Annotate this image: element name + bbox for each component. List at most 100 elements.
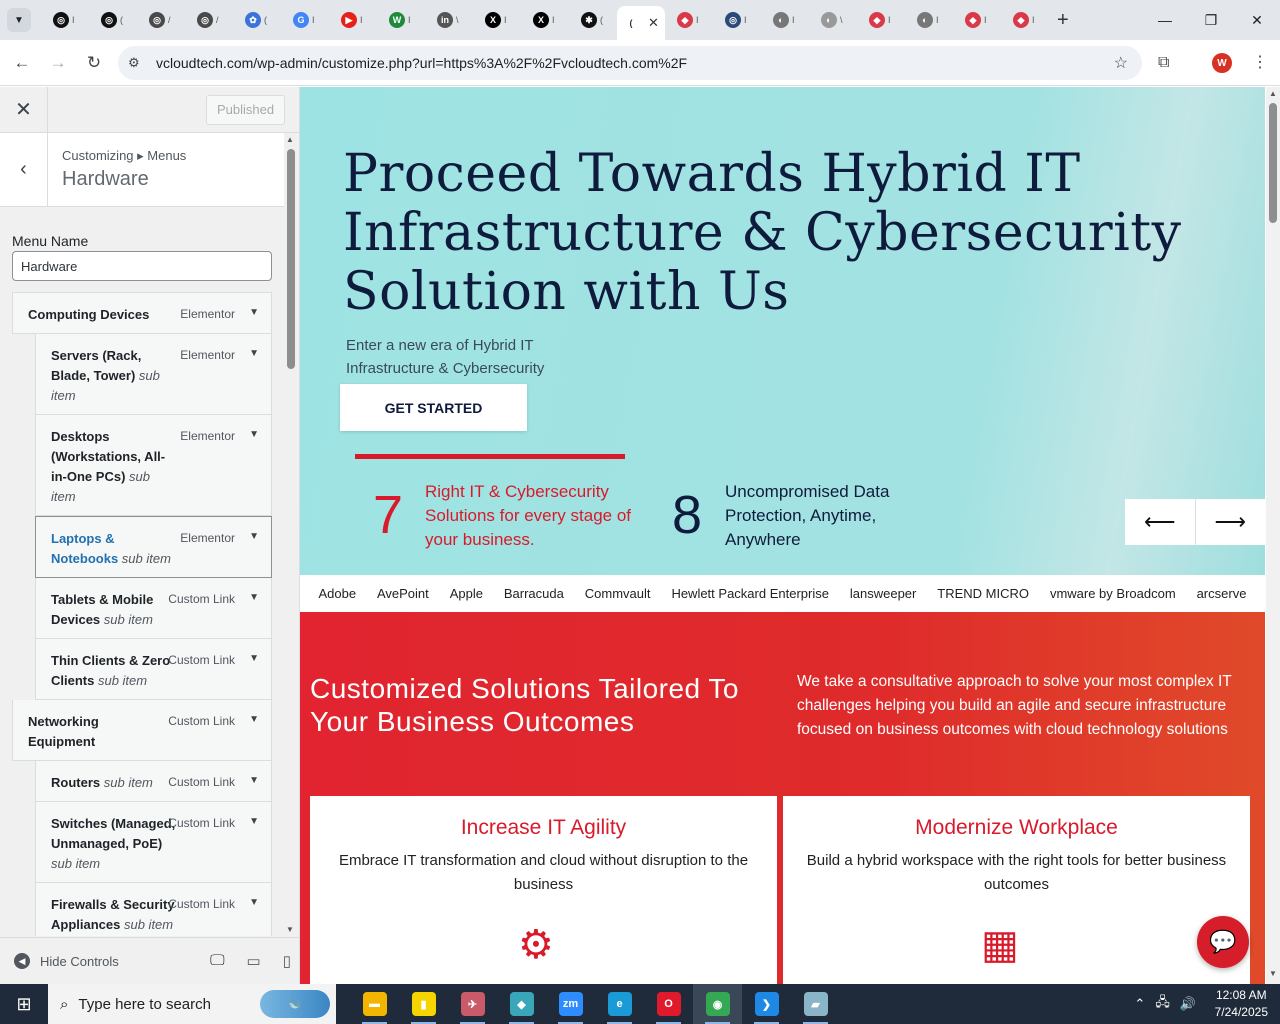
browser-tab-strip: ▼ ◎ I ◎(◎ / ◎ / ✿(G I ▶ I W Iin \ X I X I ✱((✕ ◆ I ◎ I ◐ I ◐ \ ◆ I ◐…	[0, 0, 1280, 40]
caret-down-icon[interactable]: ▼	[249, 653, 259, 664]
mobile-preview-icon[interactable]: ▯	[283, 952, 291, 970]
hide-controls-icon[interactable]: ◀	[14, 953, 30, 969]
menu-item[interactable]: Switches (Managed, Unmanaged, PoE) sub i…	[35, 802, 272, 883]
url-text[interactable]: vcloudtech.com/wp-admin/customize.php?ur…	[156, 55, 687, 71]
menu-item[interactable]: Firewalls & Security Appliances sub item…	[35, 883, 272, 936]
browser-tab[interactable]: ◐ I	[905, 4, 953, 36]
browser-tab[interactable]: ◆ I	[857, 4, 905, 36]
scroll-down-icon[interactable]: ▼	[286, 925, 294, 934]
taskbar-app[interactable]: ▮	[399, 984, 448, 1024]
panel-scrollbar-thumb[interactable]	[287, 149, 295, 369]
tab-search-button[interactable]: ▼	[7, 8, 31, 32]
web-icon: ◆	[677, 12, 693, 28]
browser-tab[interactable]: ◎ /	[137, 4, 185, 36]
scroll-down-icon[interactable]: ▼	[1269, 969, 1277, 978]
browser-tab[interactable]: ◎(	[89, 4, 137, 36]
browser-tab[interactable]: ✿(	[233, 4, 281, 36]
menu-item[interactable]: Computing Devices Elementor ▼	[12, 292, 272, 334]
taskbar-app[interactable]: zm	[546, 984, 595, 1024]
reload-button[interactable]: ↻	[76, 53, 112, 73]
caret-down-icon[interactable]: ▼	[249, 775, 259, 786]
network-icon[interactable]: 🖧	[1155, 993, 1170, 1015]
browser-tab[interactable]: ◎ I	[41, 4, 89, 36]
taskbar-app[interactable]: ▬	[350, 984, 399, 1024]
browser-tab[interactable]: WI	[377, 4, 425, 36]
caret-down-icon[interactable]: ▼	[249, 897, 259, 908]
get-started-button[interactable]: GET STARTED	[340, 384, 527, 431]
browser-tab[interactable]: ▶ I	[329, 4, 377, 36]
extensions-icon[interactable]: ⧉	[1158, 54, 1169, 72]
taskbar-search[interactable]: ⌕ Type here to search 🐋	[48, 984, 336, 1024]
tablet-preview-icon[interactable]: ▭	[247, 952, 261, 970]
taskbar-app[interactable]: ❯	[742, 984, 791, 1024]
forward-button[interactable]: →	[40, 53, 76, 73]
browser-tab[interactable]: in \	[425, 4, 473, 36]
browser-tab[interactable]: ◐ \	[809, 4, 857, 36]
taskbar-app[interactable]: ✈	[448, 984, 497, 1024]
scroll-up-icon[interactable]: ▲	[286, 135, 294, 144]
browser-tab[interactable]: GI	[281, 4, 329, 36]
browser-tab[interactable]: ✱(	[569, 4, 617, 36]
browser-tab[interactable]: ◆ I	[953, 4, 1001, 36]
volume-icon[interactable]: 🔊	[1180, 996, 1196, 1012]
chevron-left-icon: ‹	[20, 158, 27, 180]
caret-down-icon[interactable]: ▼	[249, 307, 259, 318]
browser-tab[interactable]: (✕	[617, 6, 665, 40]
browser-tab[interactable]: ◆ I	[1001, 4, 1049, 36]
close-window-button[interactable]: ✕	[1234, 0, 1280, 40]
menu-item[interactable]: Networking Equipment Custom Link ▼	[12, 700, 272, 761]
published-button[interactable]: Published	[206, 94, 286, 125]
tab-close-icon[interactable]: ✕	[648, 15, 659, 31]
browser-menu-icon[interactable]: ⋮	[1252, 52, 1268, 72]
menu-item-type: Elementor	[180, 348, 235, 362]
caret-down-icon[interactable]: ▼	[249, 592, 259, 603]
chevron-up-icon[interactable]: ⌃	[1134, 996, 1145, 1012]
profile-avatar[interactable]: W	[1212, 53, 1232, 73]
new-tab-button[interactable]: +	[1057, 9, 1069, 32]
browser-tab[interactable]: ◐ I	[761, 4, 809, 36]
menu-item[interactable]: Routers sub item Custom Link ▼	[35, 761, 272, 802]
minimize-button[interactable]: —	[1142, 0, 1188, 40]
preview-scrollbar[interactable]: ▲ ▼	[1266, 87, 1280, 984]
scroll-up-icon[interactable]: ▲	[1269, 89, 1277, 98]
restore-button[interactable]: ❐	[1188, 0, 1234, 40]
panel-scrollbar[interactable]: ▲ ▼	[286, 135, 296, 935]
preview-scrollbar-thumb[interactable]	[1269, 103, 1277, 223]
taskbar-app[interactable]: e	[595, 984, 644, 1024]
back-button[interactable]: ←	[4, 53, 40, 73]
taskbar-app[interactable]: ◉	[693, 984, 742, 1024]
caret-down-icon[interactable]: ▼	[249, 714, 259, 725]
start-button[interactable]: ⊞	[0, 984, 48, 1024]
caret-down-icon[interactable]: ▼	[249, 348, 259, 359]
search-highlight-image[interactable]: 🐋	[260, 990, 330, 1018]
taskbar-app[interactable]: ▰	[791, 984, 840, 1024]
menu-item-type: Elementor	[180, 307, 235, 321]
caret-down-icon[interactable]: ▼	[249, 531, 259, 542]
arrow-right-icon[interactable]: ⟶	[1196, 499, 1266, 545]
taskbar-app[interactable]: ◆	[497, 984, 546, 1024]
hide-controls-button[interactable]: Hide Controls	[40, 954, 119, 969]
chat-widget-button[interactable]: 💬	[1197, 916, 1249, 968]
caret-down-icon[interactable]: ▼	[249, 816, 259, 827]
menu-item[interactable]: Laptops & Notebooks sub item Elementor ▼	[35, 516, 272, 578]
bookmark-star-icon[interactable]: ☆	[1114, 53, 1128, 73]
menu-name-input[interactable]	[12, 251, 272, 281]
omnibox[interactable]: ⚙ vcloudtech.com/wp-admin/customize.php?…	[118, 46, 1142, 80]
browser-tab[interactable]: ◎ /	[185, 4, 233, 36]
taskbar-app[interactable]: O	[644, 984, 693, 1024]
browser-tab[interactable]: ◎ I	[713, 4, 761, 36]
caret-down-icon[interactable]: ▼	[249, 429, 259, 440]
menu-item[interactable]: Tablets & Mobile Devices sub item Custom …	[35, 578, 272, 639]
close-customizer-button[interactable]: ✕	[0, 86, 48, 133]
menu-item[interactable]: Desktops (Workstations, All-in-One PCs) …	[35, 415, 272, 516]
clock[interactable]: 12:08 AM 7/24/2025	[1215, 987, 1268, 1021]
menu-item[interactable]: Servers (Rack, Blade, Tower) sub item Ele…	[35, 334, 272, 415]
browser-tab[interactable]: XI	[473, 4, 521, 36]
arrow-left-icon[interactable]: ⟵	[1125, 499, 1196, 545]
browser-tab[interactable]: ◆ I	[665, 4, 713, 36]
site-info-icon[interactable]: ⚙	[128, 55, 150, 71]
back-to-menus-button[interactable]: ‹	[0, 132, 48, 207]
menu-item[interactable]: Thin Clients & Zero Clients sub item Cust…	[35, 639, 272, 700]
desktop-preview-icon[interactable]: 🖵	[210, 952, 224, 970]
browser-tab[interactable]: XI	[521, 4, 569, 36]
